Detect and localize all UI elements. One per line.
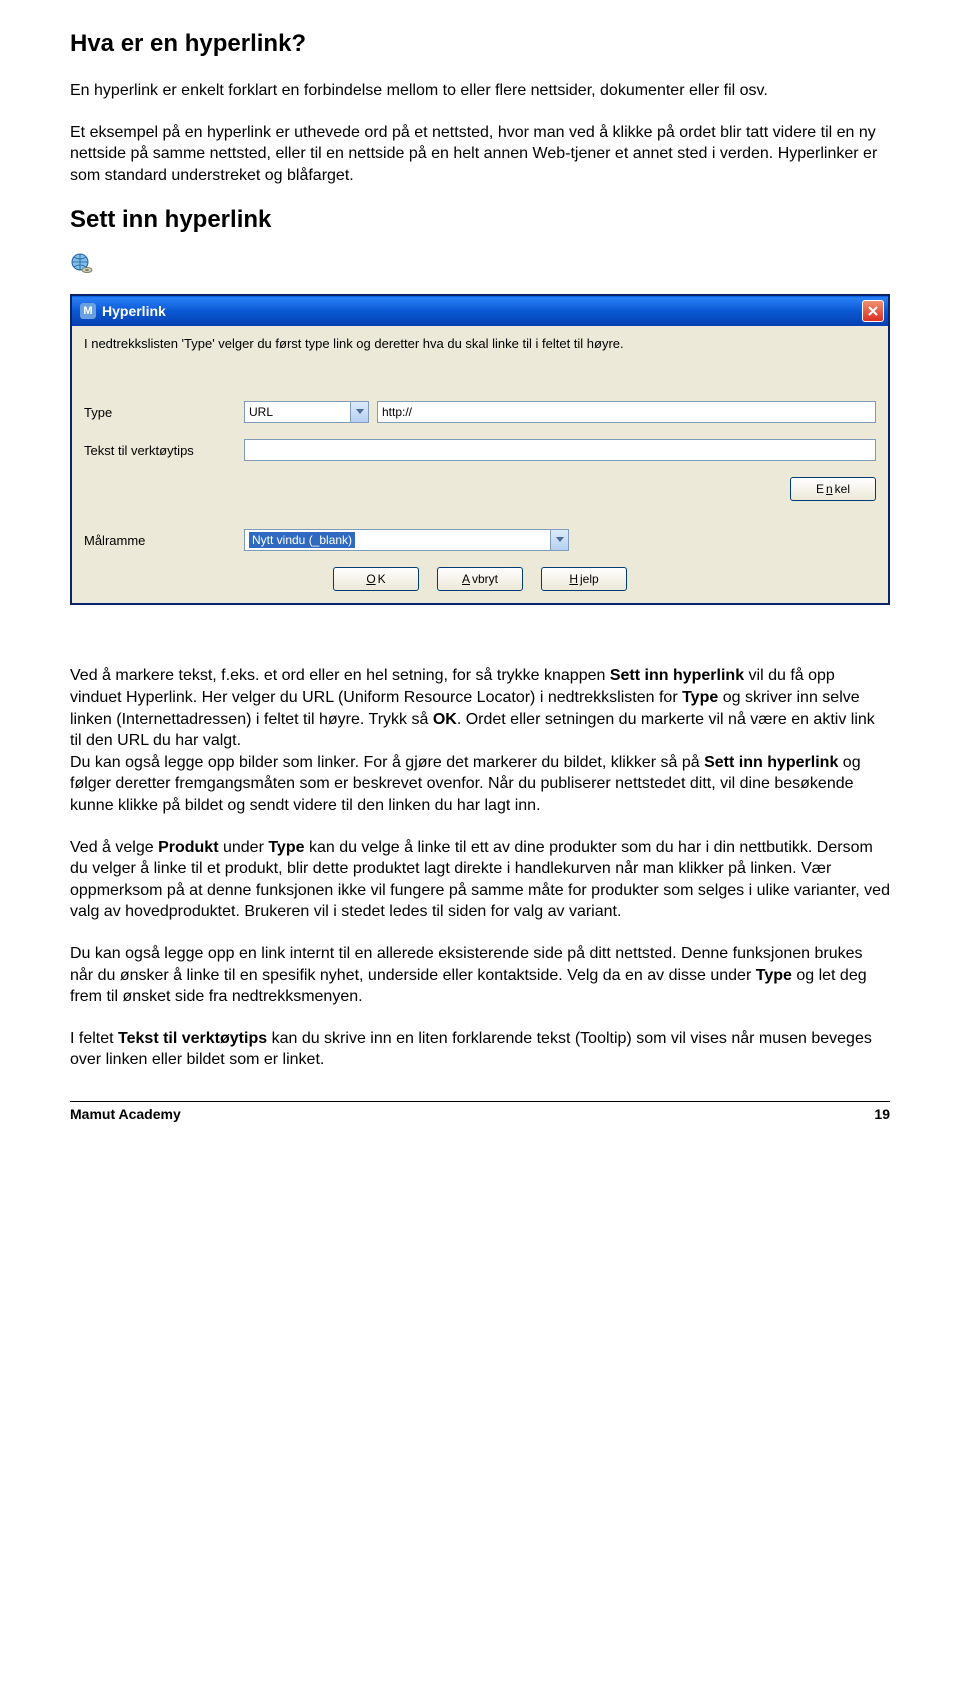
- tooltip-input[interactable]: [244, 439, 876, 461]
- body-para-4: Ved å velge Produkt under Type kan du ve…: [70, 837, 890, 923]
- footer-page-number: 19: [874, 1106, 890, 1122]
- type-combobox[interactable]: URL: [244, 401, 369, 423]
- targetframe-dropdown-arrow[interactable]: [550, 530, 568, 550]
- simple-button[interactable]: Enkel: [790, 477, 876, 501]
- dialog-titlebar[interactable]: M Hyperlink: [72, 296, 888, 326]
- page-heading: Hva er en hyperlink?: [70, 30, 890, 58]
- hyperlink-globe-icon: [70, 252, 94, 276]
- intro-para-2: Et eksempel på en hyperlink er uthevede …: [70, 122, 890, 187]
- type-dropdown-arrow[interactable]: [350, 402, 368, 422]
- footer-left: Mamut Academy: [70, 1106, 181, 1122]
- url-value: http://: [382, 405, 412, 419]
- intro-para-1: En hyperlink er enkelt forklart en forbi…: [70, 80, 890, 102]
- cancel-button[interactable]: Avbryt: [437, 567, 523, 591]
- type-label: Type: [84, 405, 244, 420]
- close-icon: [867, 305, 879, 317]
- targetframe-row: Målramme Nytt vindu (_blank): [84, 529, 876, 551]
- dialog-body: I nedtrekkslisten 'Type' velger du først…: [72, 326, 888, 603]
- chevron-down-icon: [556, 537, 564, 543]
- url-input[interactable]: http://: [377, 401, 876, 423]
- hyperlink-dialog: M Hyperlink I nedtrekkslisten 'Type' vel…: [70, 294, 890, 605]
- chevron-down-icon: [356, 409, 364, 415]
- ok-button[interactable]: OK: [333, 567, 419, 591]
- body-para-6: I feltet Tekst til verktøytips kan du sk…: [70, 1028, 890, 1071]
- close-button[interactable]: [862, 300, 884, 322]
- type-value: URL: [249, 405, 273, 419]
- section-heading: Sett inn hyperlink: [70, 206, 890, 234]
- page-footer: Mamut Academy 19: [70, 1106, 890, 1122]
- dialog-button-row: OK Avbryt Hjelp: [84, 567, 876, 591]
- tooltip-label: Tekst til verktøytips: [84, 443, 244, 458]
- body-para-5: Du kan også legge opp en link internt ti…: [70, 943, 890, 1008]
- footer-divider: [70, 1101, 890, 1102]
- targetframe-combobox[interactable]: Nytt vindu (_blank): [244, 529, 569, 551]
- type-row: Type URL http://: [84, 401, 876, 423]
- dialog-app-icon: M: [80, 303, 96, 319]
- targetframe-label: Målramme: [84, 533, 244, 548]
- help-button[interactable]: Hjelp: [541, 567, 627, 591]
- dialog-title: Hyperlink: [102, 303, 862, 319]
- dialog-description: I nedtrekkslisten 'Type' velger du først…: [84, 336, 876, 351]
- targetframe-value: Nytt vindu (_blank): [249, 532, 355, 548]
- tooltip-row: Tekst til verktøytips: [84, 439, 876, 461]
- body-para-3: Ved å markere tekst, f.eks. et ord eller…: [70, 665, 890, 816]
